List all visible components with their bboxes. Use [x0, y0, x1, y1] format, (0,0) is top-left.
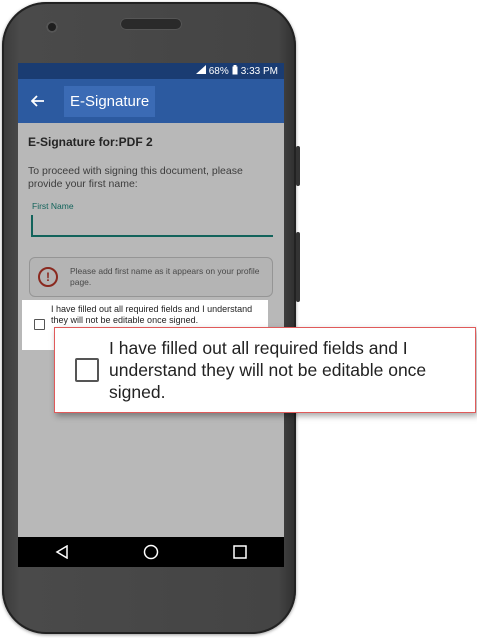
- document-name: PDF 2: [118, 135, 153, 149]
- form-heading: E-Signature for:PDF 2: [28, 135, 153, 149]
- nav-recents-button[interactable]: [220, 537, 260, 567]
- power-button: [296, 146, 300, 186]
- phone-frame: 68% 3:33 PM E-Signature E-Signature for:…: [2, 2, 296, 634]
- first-name-input[interactable]: [31, 215, 273, 237]
- exclamation-circle-icon: !: [38, 267, 58, 287]
- nav-back-button[interactable]: [42, 537, 82, 567]
- nav-home-button[interactable]: [131, 537, 171, 567]
- notice-box: ! Please add first name as it appears on…: [29, 257, 273, 297]
- triangle-back-icon: [55, 545, 69, 559]
- zoomed-confirm-callout[interactable]: I have filled out all required fields an…: [54, 327, 476, 413]
- circle-home-icon: [143, 544, 159, 560]
- form-instructions: To proceed with signing this document, p…: [28, 165, 243, 190]
- first-name-label: First Name: [32, 201, 74, 211]
- clock: 3:33 PM: [240, 65, 278, 77]
- app-bar: E-Signature: [18, 79, 284, 123]
- notice-text: Please add first name as it appears on y…: [70, 266, 260, 287]
- heading-label: E-Signature for:: [28, 135, 119, 149]
- confirm-checkbox[interactable]: [34, 319, 45, 330]
- front-camera: [46, 21, 58, 33]
- system-nav-bar: [18, 537, 284, 567]
- arrow-left-icon: [31, 95, 44, 107]
- battery-level: 68%: [208, 65, 229, 77]
- phone-screen: 68% 3:33 PM E-Signature E-Signature for:…: [18, 63, 284, 567]
- battery-icon: [232, 64, 238, 78]
- page-title: E-Signature: [64, 85, 156, 117]
- signal-icon: [195, 65, 206, 77]
- zoomed-confirm-label: I have filled out all required fields an…: [109, 338, 427, 402]
- earpiece-speaker: [120, 18, 182, 30]
- back-button[interactable]: [20, 79, 56, 123]
- status-bar: 68% 3:33 PM: [18, 63, 284, 79]
- volume-button: [296, 232, 300, 302]
- zoomed-confirm-checkbox[interactable]: [75, 358, 99, 382]
- confirm-checkbox-label: I have filled out all required fields an…: [51, 304, 253, 325]
- square-recents-icon: [232, 545, 247, 559]
